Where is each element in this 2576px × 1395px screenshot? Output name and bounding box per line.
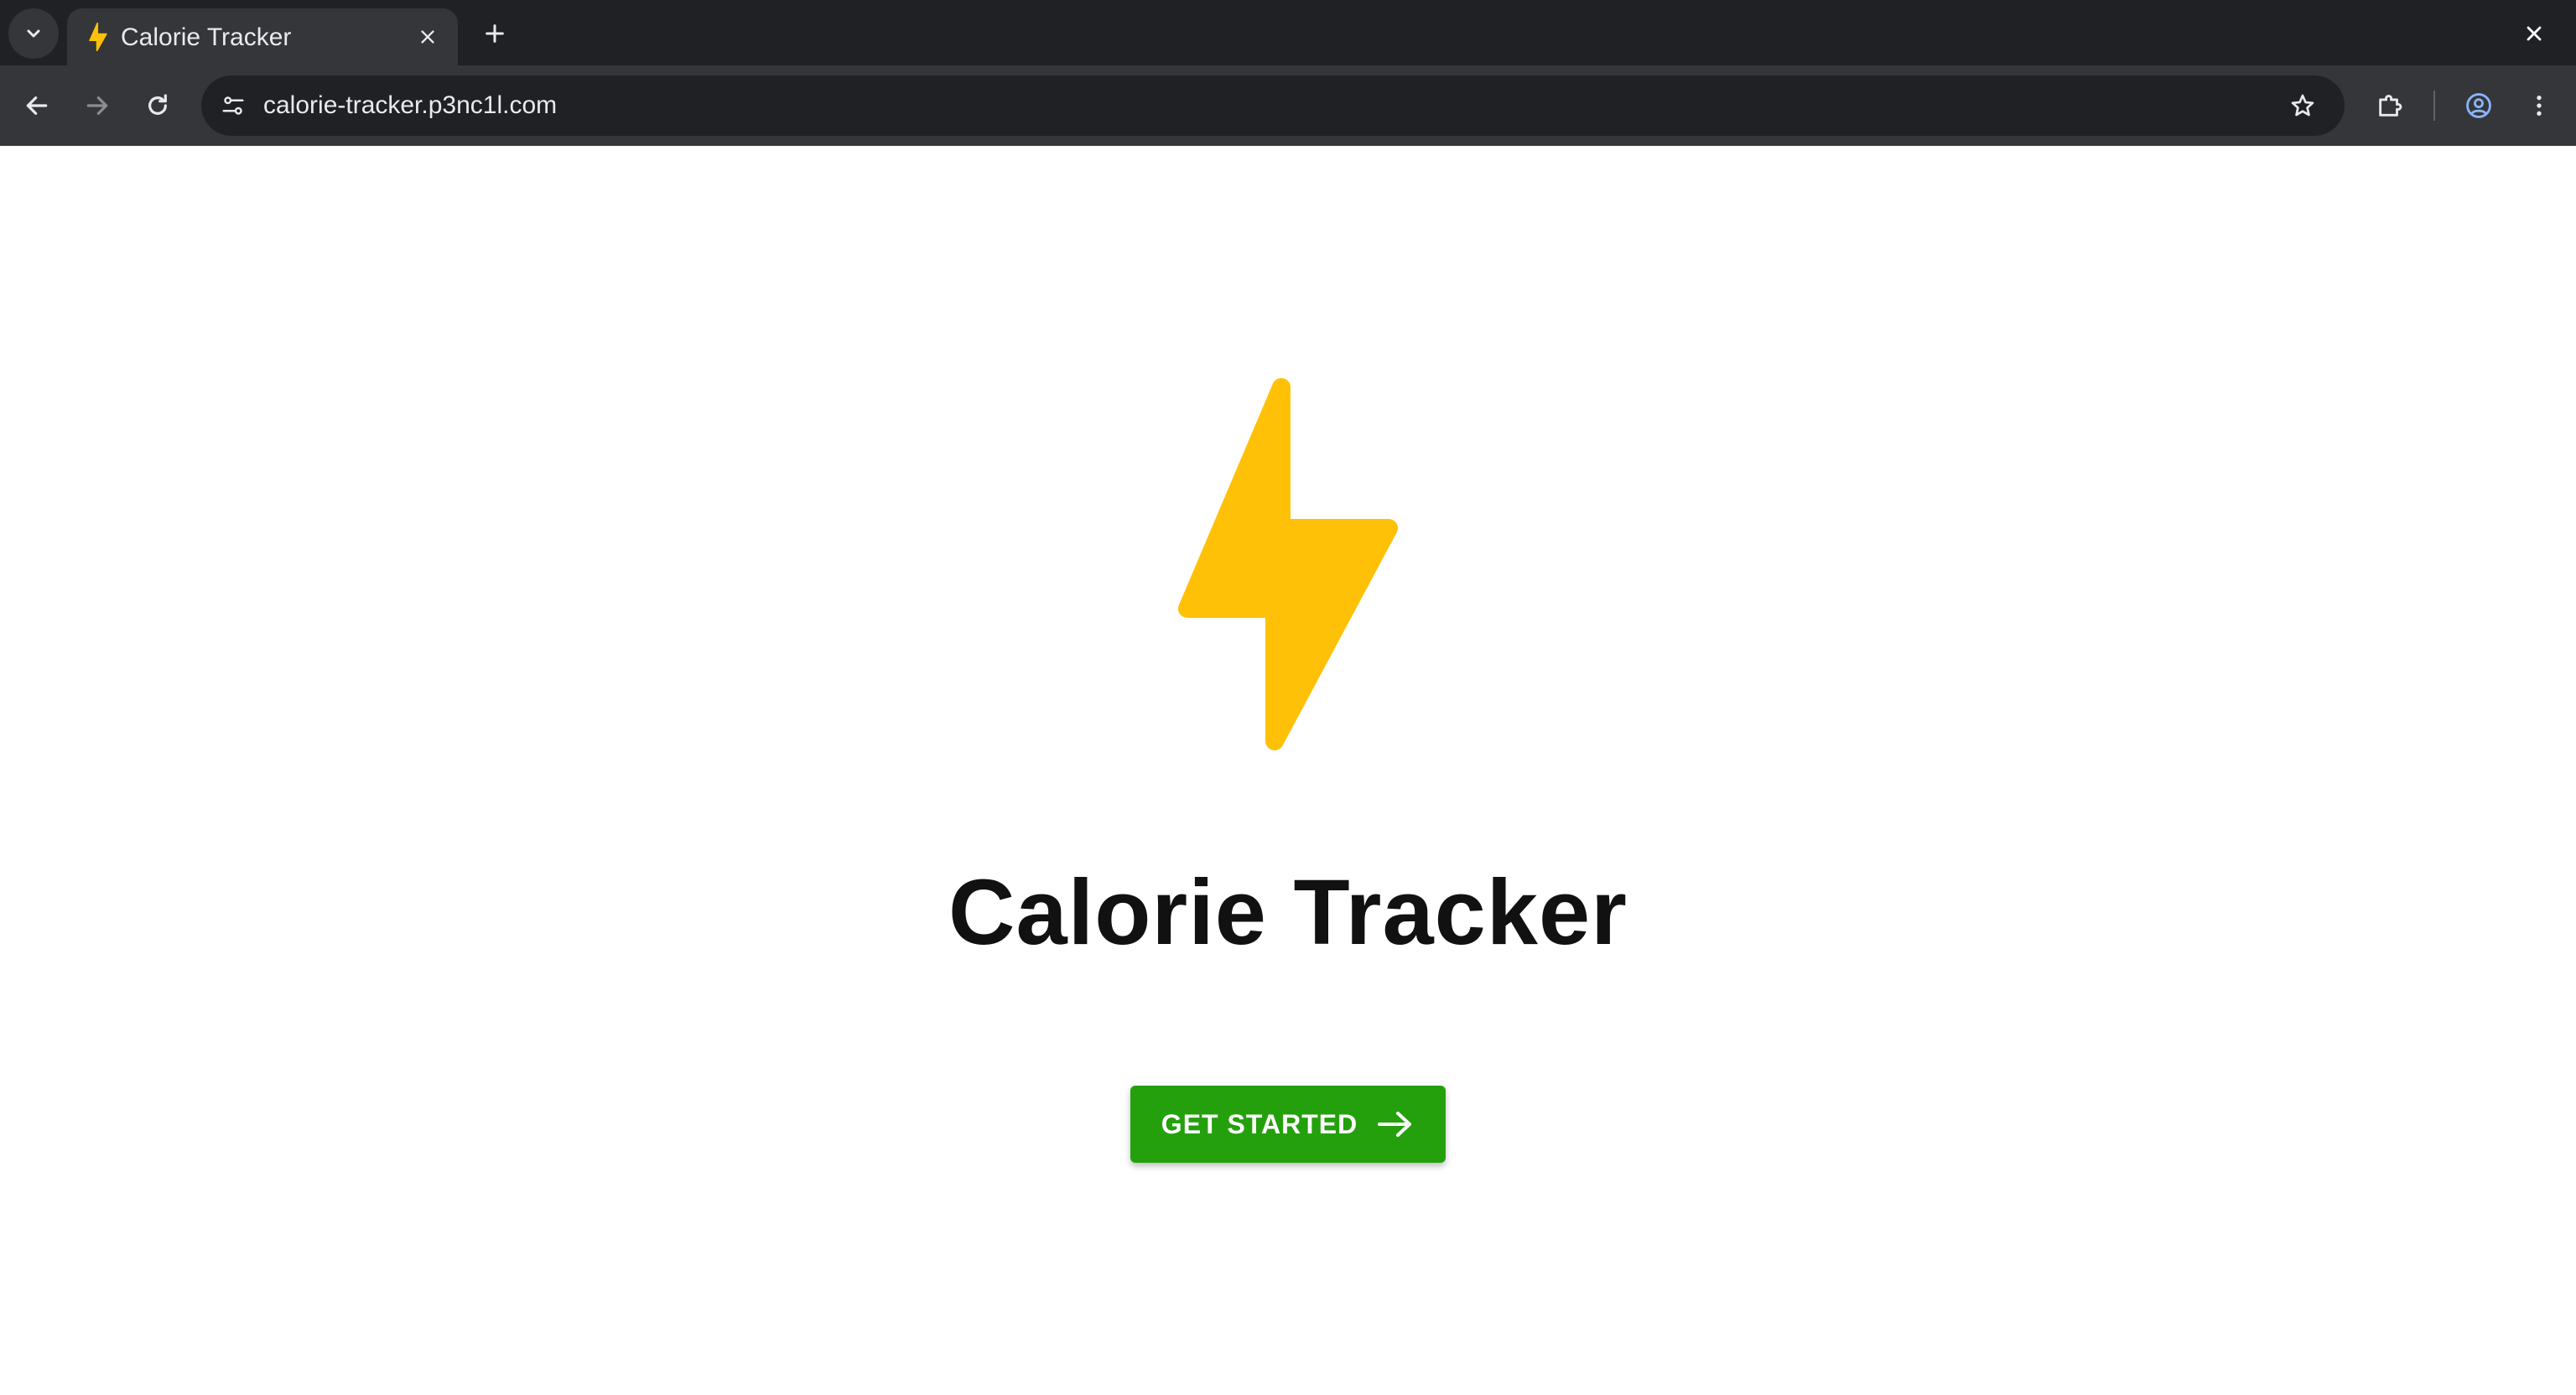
close-icon [421,30,434,44]
star-icon [2291,94,2314,117]
arrow-right-icon [1376,1110,1415,1138]
page-title: Calorie Tracker [948,861,1628,964]
reload-icon [148,94,167,115]
new-tab-button[interactable] [475,13,515,54]
tab-favicon [86,22,111,52]
lightning-bolt-icon [89,23,107,51]
browser-toolbar: calorie-tracker.p3nc1l.com [0,65,2576,146]
puzzle-icon [2379,95,2402,117]
site-info-button[interactable] [213,86,253,126]
plus-icon [486,24,504,43]
more-vert-icon [2537,96,2542,116]
get-started-label: GET STARTED [1161,1108,1358,1139]
extensions-button[interactable] [2368,84,2412,127]
arrow-left-icon [26,96,48,115]
reload-button[interactable] [136,84,179,127]
account-circle-icon [2466,93,2491,118]
active-tab[interactable]: Calorie Tracker [67,8,458,65]
get-started-button[interactable]: GET STARTED [1130,1086,1446,1163]
tab-list-button[interactable] [8,8,59,59]
tab-title: Calorie Tracker [121,23,292,51]
tab-strip: Calorie Tracker [0,0,2576,65]
page-content: Calorie Tracker GET STARTED [0,146,2576,1395]
chevron-down-icon [27,29,40,38]
address-bar[interactable]: calorie-tracker.p3nc1l.com [201,75,2345,136]
arrow-right-icon [86,96,108,115]
close-icon [2527,26,2542,41]
profile-button[interactable] [2457,84,2501,127]
tune-icon [222,96,244,115]
back-button[interactable] [15,84,59,127]
window-close-button[interactable] [2514,13,2554,54]
lightning-bolt-icon [1178,378,1398,750]
browser-menu-button[interactable] [2517,84,2561,127]
tab-close-button[interactable] [413,22,443,52]
bookmark-button[interactable] [2283,86,2323,126]
forward-button[interactable] [75,84,119,127]
url-text[interactable]: calorie-tracker.p3nc1l.com [263,91,557,121]
toolbar-divider [2433,91,2435,121]
